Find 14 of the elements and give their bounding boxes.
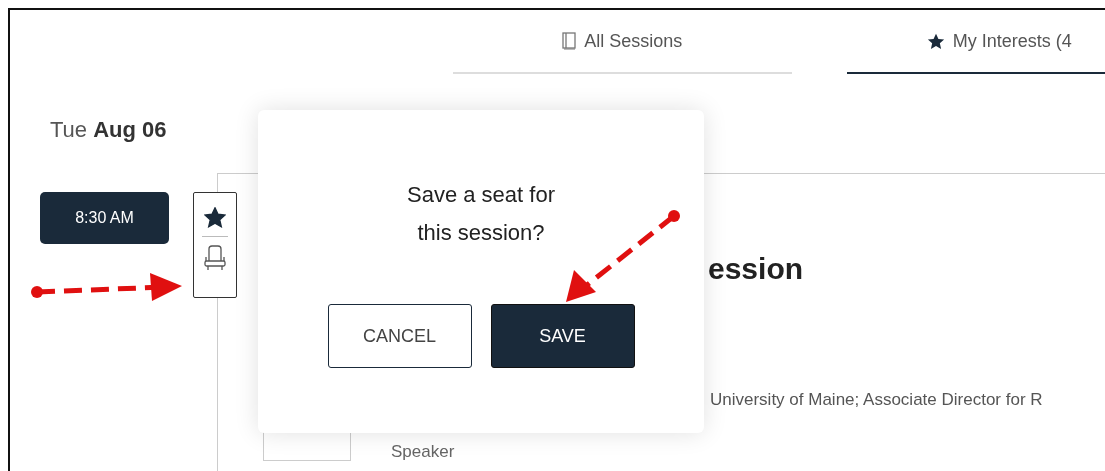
book-icon [562,32,577,50]
tab[interactable]: All Sessions [453,10,792,74]
cancel-button[interactable]: CANCEL [327,304,472,368]
save-button[interactable]: SAVE [490,304,635,368]
date-heading: Tue Aug 06 [49,117,168,143]
session-title: ession [708,252,805,286]
speaker-affiliation: University of Maine; Associate Director for R [710,390,1044,410]
dialog-message: Save a seat for this session? [407,181,555,247]
speaker-role: Speaker [391,441,455,463]
seat-icon[interactable] [203,245,227,271]
tab[interactable]: My Interests (4 [846,10,1105,74]
star-icon [926,32,945,50]
time-button[interactable]: 8:30 AM [40,192,169,244]
star-icon[interactable] [204,207,226,228]
